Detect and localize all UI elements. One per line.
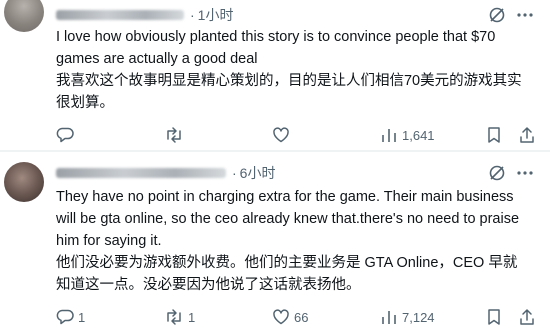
share-button[interactable] — [518, 126, 536, 144]
avatar[interactable] — [4, 162, 44, 202]
post-header: · 1小时 — [56, 6, 233, 24]
avatar[interactable] — [4, 0, 44, 32]
share-icon — [518, 126, 536, 144]
author-name-blurred[interactable] — [56, 168, 226, 178]
repost-button[interactable]: 1 — [164, 308, 195, 326]
separator-dot: · — [232, 165, 237, 181]
views-icon — [380, 126, 398, 144]
bookmark-button[interactable] — [486, 126, 502, 144]
views-button[interactable]: 1,641 — [380, 126, 435, 144]
views-count: 7,124 — [402, 309, 435, 325]
author-name-blurred[interactable] — [56, 10, 184, 20]
bookmark-icon — [486, 308, 502, 326]
post-text-english: They have no point in charging extra for… — [56, 189, 520, 249]
like-count: 66 — [294, 309, 309, 325]
repost-count: 1 — [188, 309, 196, 325]
post-time[interactable]: 6小时 — [240, 163, 276, 183]
like-icon — [272, 126, 290, 144]
post-1[interactable]: · 1小时 I love how obviously planted this … — [0, 0, 550, 150]
like-button[interactable]: 66 — [272, 308, 308, 326]
post-text-chinese: 我喜欢这个故事明显是精心策划的，目的是让人们相信70美元的游戏其实很划算。 — [56, 73, 522, 111]
views-count: 1,641 — [402, 127, 435, 143]
post-header: · 6小时 — [56, 164, 275, 182]
share-button[interactable] — [518, 308, 536, 326]
reply-button[interactable] — [56, 126, 78, 144]
like-icon — [272, 308, 290, 326]
bookmark-button[interactable] — [486, 308, 502, 326]
views-button[interactable]: 7,124 — [380, 308, 435, 326]
share-icon — [518, 308, 536, 326]
post-text-chinese: 他们没必要为游戏额外收费。他们的主要业务是 GTA Online，CEO 早就知… — [56, 255, 518, 293]
grok-icon[interactable] — [488, 164, 506, 187]
reply-icon — [56, 126, 74, 144]
separator-dot: · — [190, 7, 195, 23]
like-button[interactable] — [272, 126, 294, 144]
reply-icon — [56, 308, 74, 326]
bookmark-icon — [486, 126, 502, 144]
action-bar: 1,641 — [56, 126, 536, 146]
more-icon[interactable] — [516, 164, 534, 187]
views-icon — [380, 308, 398, 326]
post-time[interactable]: 1小时 — [198, 5, 234, 25]
repost-icon — [164, 126, 184, 144]
repost-button[interactable] — [164, 126, 188, 144]
post-text-english: I love how obviously planted this story … — [56, 29, 496, 67]
repost-icon — [164, 308, 184, 326]
reply-count: 1 — [78, 309, 86, 325]
action-bar: 1 1 66 7,124 — [56, 308, 536, 328]
reply-button[interactable]: 1 — [56, 308, 85, 326]
